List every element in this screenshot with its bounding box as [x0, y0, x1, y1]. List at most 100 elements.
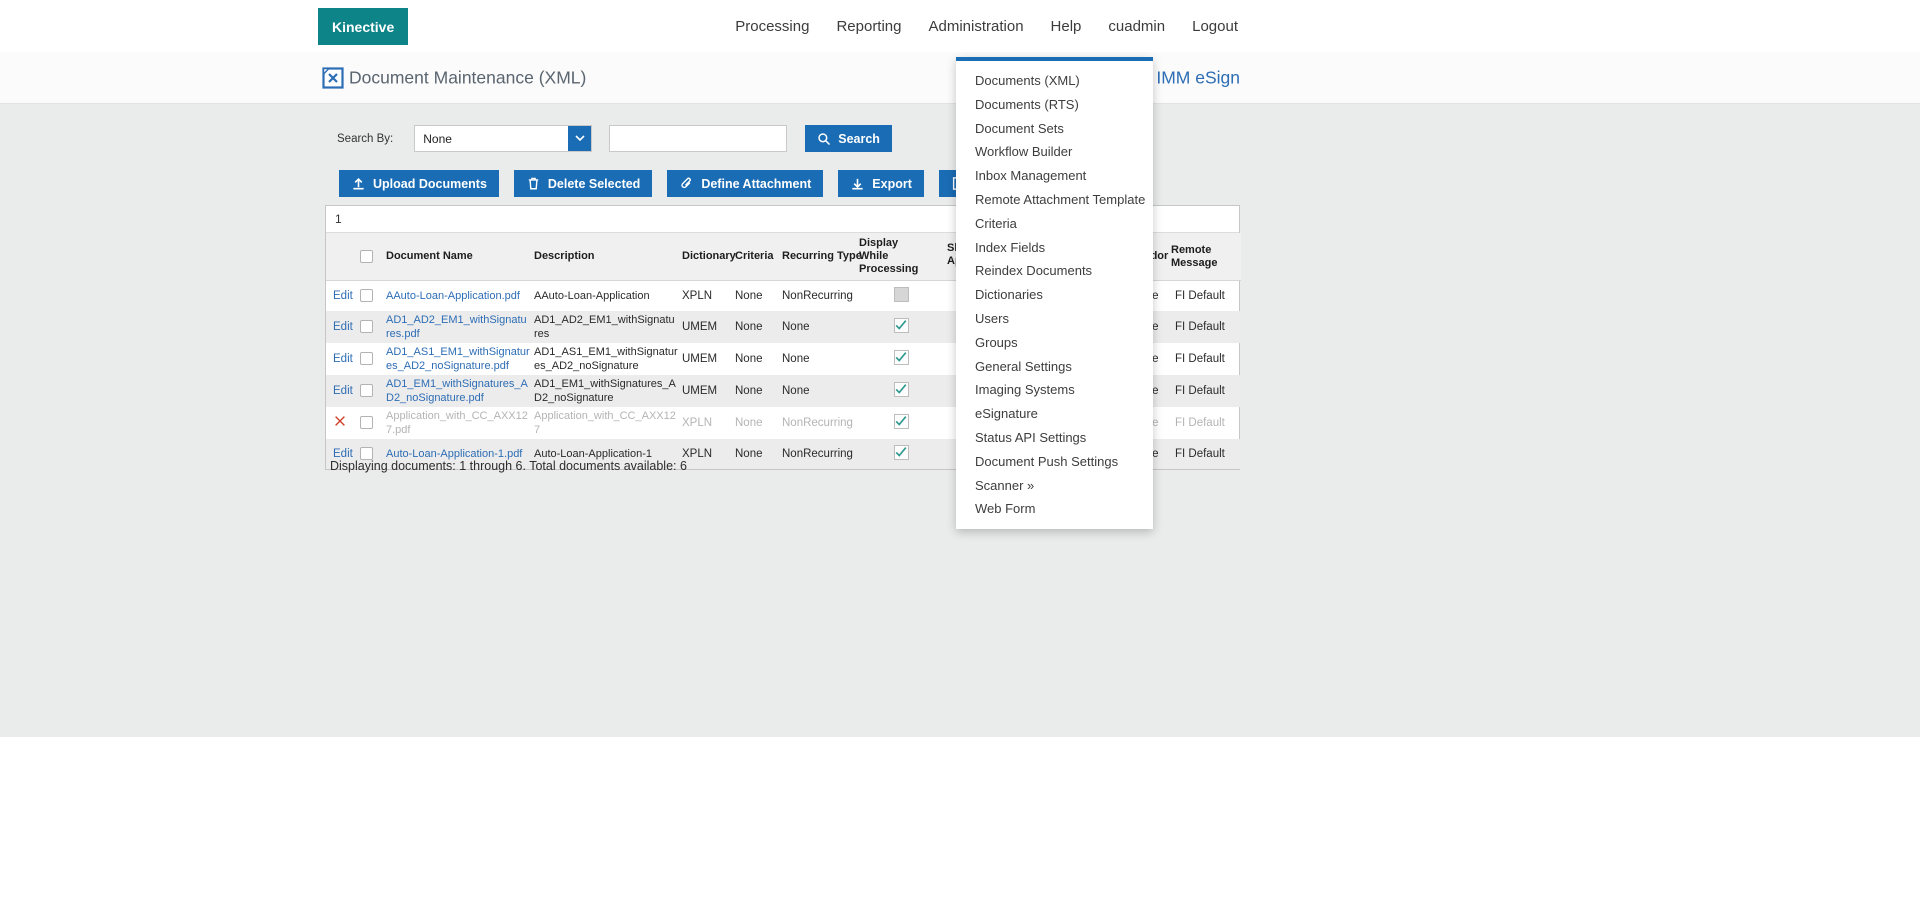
menu-item-reindex-documents[interactable]: Reindex Documents	[956, 259, 1153, 283]
recurring-type-cell: NonRecurring	[780, 407, 857, 439]
criteria-cell: None	[733, 375, 780, 407]
remote-message-cell: FI Default	[1169, 407, 1241, 439]
criteria-cell: None	[733, 407, 780, 439]
col-header-recurring-type: Recurring Type	[780, 233, 857, 281]
menu-item-esignature[interactable]: eSignature	[956, 402, 1153, 426]
col-header-empty	[358, 233, 384, 281]
document-name-link[interactable]: AAuto-Loan-Application.pdf	[386, 290, 520, 302]
edit-link[interactable]: Edit	[333, 290, 353, 302]
button-label: Delete Selected	[548, 177, 640, 191]
description-cell: AD1_EM1_withSignatures_AD2_noSignature	[532, 375, 680, 407]
menu-item-groups[interactable]: Groups	[956, 331, 1153, 355]
col-header-display-while-processing: Display While Processing	[857, 233, 945, 281]
menu-item-inbox-management[interactable]: Inbox Management	[956, 164, 1153, 188]
xml-document-icon	[322, 67, 344, 89]
display-checked-icon	[894, 414, 909, 429]
document-name-link[interactable]: Application_with_CC_AXX127.pdf	[386, 410, 528, 436]
search-by-label: Search By:	[337, 133, 393, 145]
menu-item-workflow-builder[interactable]: Workflow Builder	[956, 140, 1153, 164]
recurring-type-cell: None	[780, 343, 857, 375]
edit-link[interactable]: Edit	[333, 321, 353, 333]
dictionary-cell: UMEM	[680, 311, 733, 343]
col-header-criteria: Criteria	[733, 233, 780, 281]
row-checkbox[interactable]	[360, 416, 373, 429]
menu-item-imaging-systems[interactable]: Imaging Systems	[956, 378, 1153, 402]
remote-message-cell: FI Default	[1169, 311, 1241, 343]
button-label: Upload Documents	[373, 177, 487, 191]
page-number[interactable]: 1	[333, 212, 344, 226]
nav-item-help[interactable]: Help	[1051, 18, 1082, 35]
menu-item-document-push-settings[interactable]: Document Push Settings	[956, 450, 1153, 474]
top-bar: Kinective Processing Reporting Administrat…	[0, 0, 1920, 52]
menu-item-index-fields[interactable]: Index Fields	[956, 236, 1153, 260]
col-header-empty	[326, 233, 358, 281]
document-name-link[interactable]: AD1_EM1_withSignatures_AD2_noSignature.p…	[386, 378, 528, 404]
menu-item-users[interactable]: Users	[956, 307, 1153, 331]
top-nav: Processing Reporting Administration Help cua…	[735, 0, 1238, 52]
nav-item-administration[interactable]: Administration	[929, 18, 1024, 35]
col-header-description: Description	[532, 233, 680, 281]
nav-item-logout[interactable]: Logout	[1192, 18, 1238, 35]
nav-item-processing[interactable]: Processing	[735, 18, 809, 35]
page-title: Document Maintenance (XML)	[349, 67, 586, 88]
nav-item-reporting[interactable]: Reporting	[836, 18, 901, 35]
row-checkbox[interactable]	[360, 384, 373, 397]
document-name-link[interactable]: Auto-Loan-Application-1.pdf	[386, 448, 522, 460]
administration-menu: Documents (XML)Documents (RTS)Document S…	[956, 57, 1153, 529]
description-cell: AAuto-Loan-Application	[532, 281, 680, 311]
menu-item-document-sets[interactable]: Document Sets	[956, 117, 1153, 141]
locked-x-icon	[333, 419, 347, 431]
dictionary-cell: UMEM	[680, 343, 733, 375]
row-checkbox[interactable]	[360, 352, 373, 365]
display-checked-icon	[894, 318, 909, 333]
document-name-link[interactable]: AD1_AD2_EM1_withSignatures.pdf	[386, 314, 527, 340]
recurring-type-cell: NonRecurring	[780, 281, 857, 311]
menu-item-status-api-settings[interactable]: Status API Settings	[956, 426, 1153, 450]
menu-item-documents-rts[interactable]: Documents (RTS)	[956, 93, 1153, 117]
menu-item-criteria[interactable]: Criteria	[956, 212, 1153, 236]
row-checkbox[interactable]	[360, 289, 373, 302]
menu-item-scanner[interactable]: Scanner »	[956, 474, 1153, 498]
nav-item-cuadmin[interactable]: cuadmin	[1108, 18, 1165, 35]
brand-text: IMM eSign	[1156, 67, 1240, 88]
chevron-down-icon[interactable]	[568, 126, 591, 151]
dictionary-cell: XPLN	[680, 407, 733, 439]
define-attachment-button[interactable]: Define Attachment	[667, 170, 823, 197]
upload-documents-button[interactable]: Upload Documents	[339, 170, 499, 197]
menu-item-remote-attachment-template[interactable]: Remote Attachment Template	[956, 188, 1153, 212]
documents-summary: Displaying documents: 1 through 6. Total…	[330, 459, 687, 473]
trash-icon	[526, 176, 541, 191]
button-label: Export	[872, 177, 912, 191]
menu-item-documents-xml[interactable]: Documents (XML)	[956, 69, 1153, 93]
edit-link[interactable]: Edit	[333, 385, 353, 397]
search-bar: Search By: None Search	[337, 125, 892, 152]
dictionary-cell: UMEM	[680, 375, 733, 407]
display-unchecked-box	[894, 287, 909, 302]
description-cell: AD1_AS1_EM1_withSignatures_AD2_noSignatu…	[532, 343, 680, 375]
description-cell: Application_with_CC_AXX127	[532, 407, 680, 439]
remote-message-cell: FI Default	[1169, 439, 1241, 469]
search-by-select[interactable]: None	[414, 125, 592, 152]
edit-link[interactable]: Edit	[333, 448, 353, 460]
display-checked-icon	[894, 350, 909, 365]
row-checkbox[interactable]	[360, 320, 373, 333]
menu-item-web-form[interactable]: Web Form	[956, 497, 1153, 521]
criteria-cell: None	[733, 343, 780, 375]
menu-item-general-settings[interactable]: General Settings	[956, 355, 1153, 379]
menu-item-dictionaries[interactable]: Dictionaries	[956, 283, 1153, 307]
dictionary-cell: XPLN	[680, 439, 733, 469]
description-cell: AD1_AD2_EM1_withSignatures	[532, 311, 680, 343]
search-button-label: Search	[838, 132, 880, 146]
export-button[interactable]: Export	[838, 170, 924, 197]
col-header-remote-message: Remote Message	[1169, 233, 1241, 281]
kinective-logo[interactable]: Kinective	[318, 8, 408, 45]
document-name-link[interactable]: AD1_AS1_EM1_withSignatures_AD2_noSignatu…	[386, 346, 530, 372]
select-all-checkbox[interactable]	[360, 250, 373, 263]
col-header-dictionary: Dictionary	[680, 233, 733, 281]
selected-option: None	[423, 132, 452, 146]
edit-link[interactable]: Edit	[333, 353, 353, 365]
search-button[interactable]: Search	[805, 125, 892, 152]
search-input[interactable]	[609, 125, 787, 152]
delete-selected-button[interactable]: Delete Selected	[514, 170, 652, 197]
paperclip-icon	[679, 176, 694, 191]
